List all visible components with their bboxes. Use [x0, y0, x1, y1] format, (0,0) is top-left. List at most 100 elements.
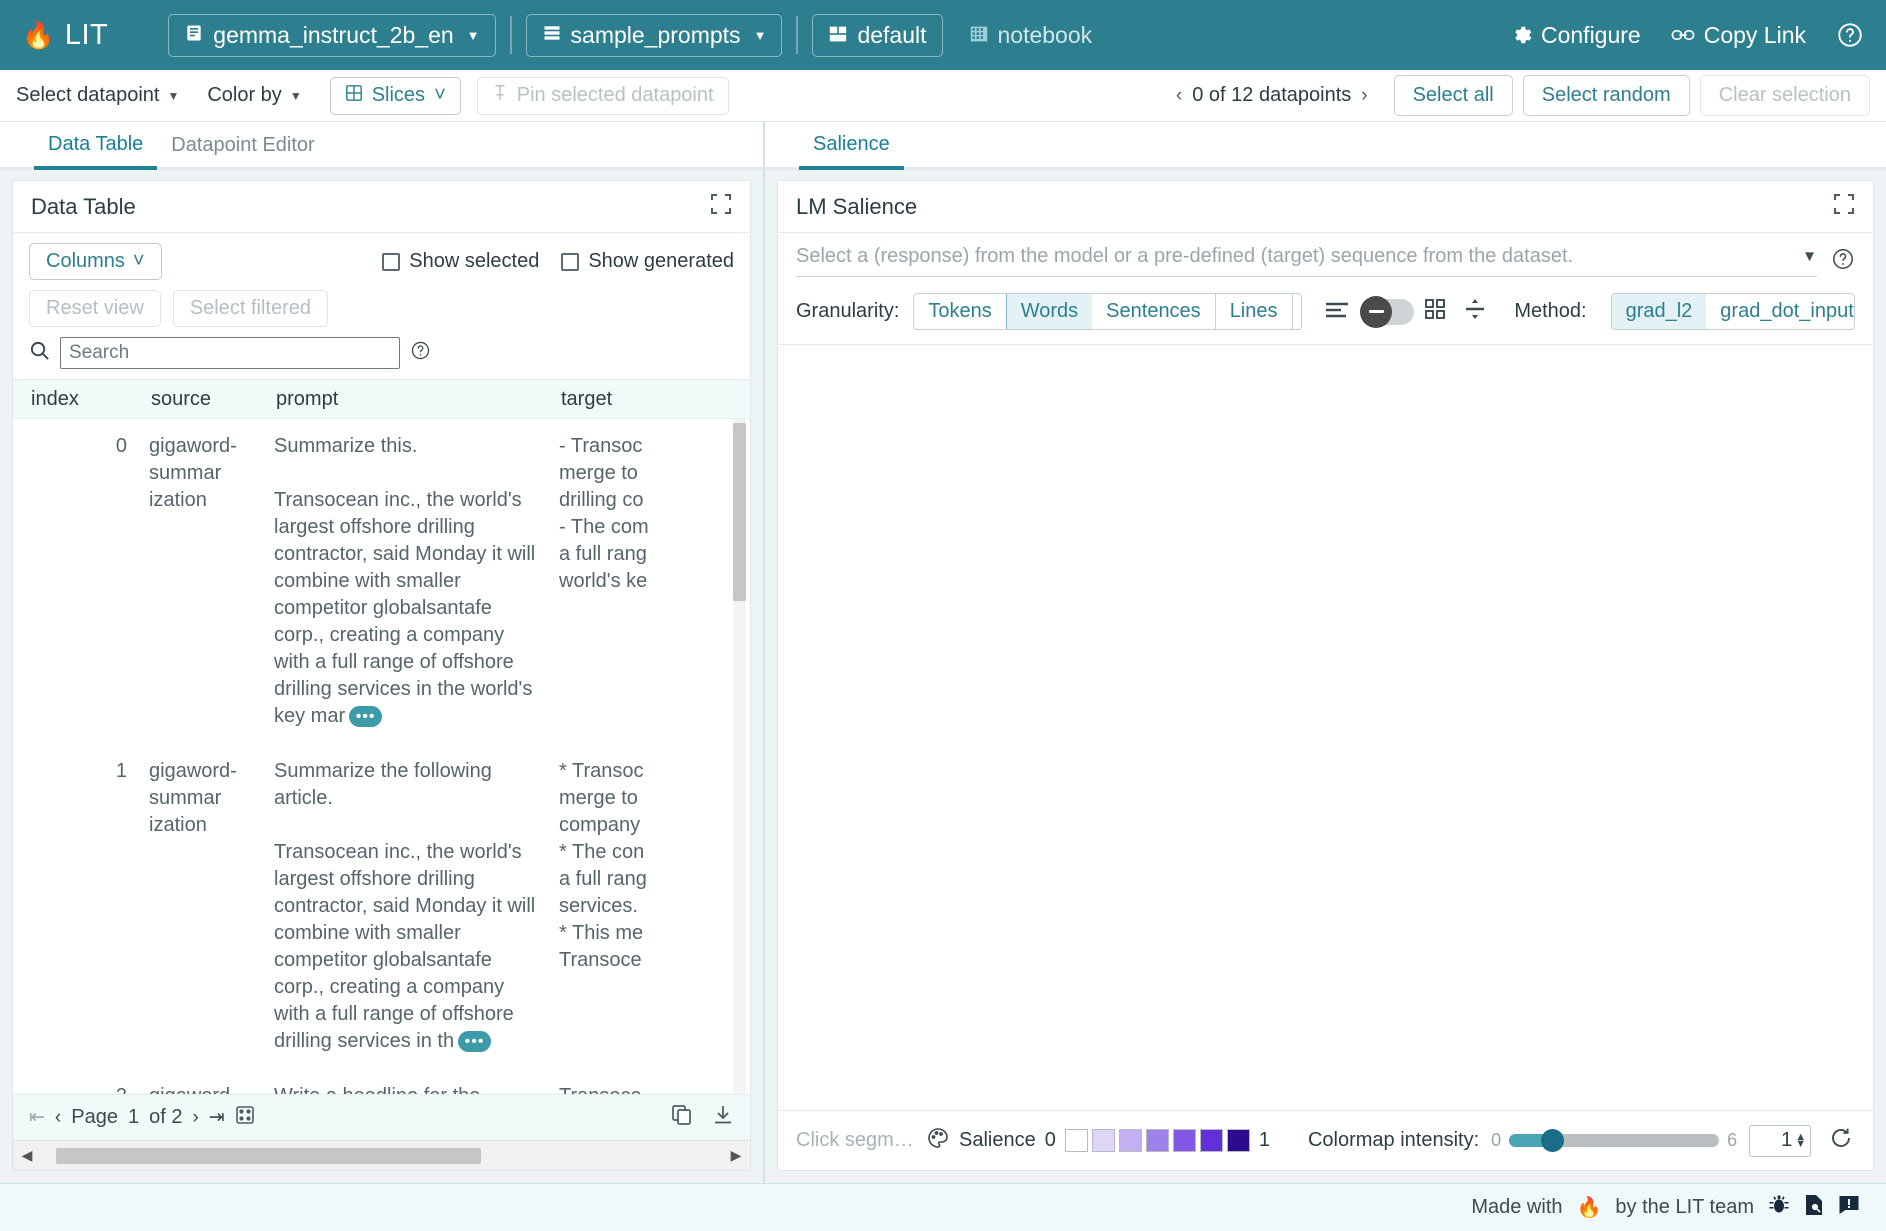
show-selected-checkbox[interactable]: Show selected [382, 250, 539, 273]
first-page-button[interactable]: ⇤ [29, 1106, 45, 1129]
right-pane: Salience LM Salience Select a (response)… [765, 122, 1886, 1183]
clear-selection-button[interactable]: Clear selection [1700, 75, 1870, 116]
horizontal-scrollbar[interactable]: ◀ ▶ [13, 1140, 750, 1170]
next-datapoint-button[interactable]: › [1361, 85, 1367, 107]
feedback-icon[interactable] [1838, 1194, 1860, 1222]
app-title: LIT [65, 19, 108, 52]
reset-icon[interactable] [1829, 1126, 1853, 1156]
expand-text-pill[interactable]: ••• [349, 706, 382, 727]
table-header-row: index source prompt target [13, 379, 750, 419]
layout-notebook-chip[interactable]: notebook [953, 14, 1109, 57]
expand-icon[interactable] [710, 193, 732, 221]
method-option-grad-l2[interactable]: grad_l2 [1611, 293, 1708, 330]
select-filtered-button[interactable]: Select filtered [173, 290, 328, 327]
search-help-icon[interactable] [410, 340, 431, 366]
display-mode-toggle[interactable] [1360, 299, 1414, 325]
data-table-search-row [13, 329, 750, 379]
sequence-select[interactable]: Select a (response) from the model or a … [796, 245, 1817, 277]
search-icon [29, 340, 50, 366]
search-input[interactable] [60, 337, 400, 369]
expand-icon[interactable] [1833, 193, 1855, 221]
normalize-icon[interactable] [1464, 297, 1486, 327]
pin-icon [492, 84, 508, 108]
granularity-option-lines[interactable]: Lines [1216, 294, 1293, 329]
granularity-option-sentences[interactable]: Sentences [1092, 294, 1216, 329]
random-datapoint-icon[interactable] [235, 1105, 255, 1131]
tab-data-table[interactable]: Data Table [34, 133, 157, 170]
cell-source: gigaword- summar ization [149, 433, 274, 730]
horizontal-scroll-thumb[interactable] [56, 1148, 481, 1164]
next-page-button[interactable]: › [192, 1107, 198, 1129]
copy-icon[interactable] [670, 1103, 694, 1133]
grid-view-icon[interactable] [1424, 298, 1446, 326]
paragraph-mark-icon[interactable]: ¶ [1293, 294, 1303, 329]
cell-target: Transoce merge: N drilling [559, 1083, 671, 1094]
prev-datapoint-button[interactable]: ‹ [1176, 85, 1182, 107]
tab-datapoint-editor[interactable]: Datapoint Editor [157, 134, 328, 167]
table-row[interactable]: 2 gigaword- summar ization Write a headl… [13, 1069, 750, 1094]
layout-default-chip[interactable]: default [812, 14, 942, 57]
prev-page-button[interactable]: ‹ [55, 1107, 61, 1129]
swatch [1173, 1129, 1196, 1152]
column-header-prompt[interactable]: prompt [276, 388, 561, 411]
lm-salience-title: LM Salience [796, 194, 917, 220]
table-row[interactable]: 0 gigaword- summar ization Summarize thi… [13, 419, 750, 744]
method-option-grad-dot-input[interactable]: grad_dot_input [1706, 294, 1855, 329]
columns-button[interactable]: Columns ˅ [29, 243, 162, 280]
cell-index: 0 [31, 433, 149, 730]
document-search-icon[interactable] [1804, 1194, 1824, 1222]
color-by-dropdown[interactable]: Color by ▼ [207, 84, 301, 107]
select-all-button[interactable]: Select all [1394, 75, 1513, 116]
scroll-left-icon[interactable]: ◀ [16, 1147, 38, 1164]
cell-index: 2 [31, 1083, 149, 1094]
dataset-name: sample_prompts [571, 22, 741, 49]
download-icon[interactable] [712, 1104, 734, 1132]
help-button[interactable] [1836, 21, 1864, 49]
colormap-intensity-slider-group: 0 6 [1491, 1130, 1737, 1151]
checkbox-icon [561, 253, 579, 271]
copy-link-button[interactable]: Copy Link [1671, 22, 1806, 49]
slices-button[interactable]: Slices ˅ [330, 77, 461, 115]
granularity-row: Granularity: Tokens Words Sentences Line… [778, 287, 1873, 345]
salience-scale-max: 1 [1259, 1129, 1270, 1152]
bug-icon[interactable] [1768, 1194, 1790, 1222]
slider-knob[interactable] [1541, 1129, 1564, 1152]
vertical-scrollbar-thumb[interactable] [733, 423, 746, 601]
lines-list-icon[interactable] [1324, 300, 1350, 324]
app-bar: 🔥 LIT gemma_instruct_2b_en ▼ sample_prom… [0, 0, 1886, 70]
select-datapoint-dropdown[interactable]: Select datapoint ▼ [16, 84, 179, 107]
column-header-source[interactable]: source [151, 388, 276, 411]
chevron-down-icon: ˅ [133, 250, 145, 273]
dataset-selector-chip[interactable]: sample_prompts ▼ [526, 14, 783, 57]
last-page-button[interactable]: ⇥ [209, 1106, 225, 1129]
main-content: Data Table Datapoint Editor Data Table C… [0, 122, 1886, 1183]
chevron-down-icon: ▼ [754, 28, 767, 43]
stepper-icon[interactable]: ▲▼ [1795, 1134, 1806, 1148]
pin-selected-datapoint-button[interactable]: Pin selected datapoint [477, 77, 729, 115]
sequence-help-icon[interactable] [1831, 247, 1855, 276]
granularity-option-words[interactable]: Words [1006, 293, 1093, 330]
data-table-controls: Columns ˅ Show selected Show generated [13, 233, 750, 284]
expand-text-pill[interactable]: ••• [458, 1031, 491, 1052]
table-row[interactable]: 1 gigaword- summar ization Summarize the… [13, 744, 750, 1069]
layout-label: default [857, 22, 926, 49]
model-selector-chip[interactable]: gemma_instruct_2b_en ▼ [168, 14, 495, 57]
column-header-target[interactable]: target [561, 388, 681, 411]
salience-canvas[interactable] [778, 345, 1873, 1110]
colormap-intensity-input[interactable]: 1 ▲▼ [1749, 1125, 1811, 1157]
scroll-right-icon[interactable]: ▶ [725, 1147, 747, 1164]
gear-icon [1510, 24, 1532, 46]
configure-button[interactable]: Configure [1510, 22, 1641, 49]
column-header-index[interactable]: index [31, 388, 151, 411]
tab-salience[interactable]: Salience [799, 133, 904, 170]
show-generated-checkbox[interactable]: Show generated [561, 250, 734, 273]
click-segment-hint: Click segm… [796, 1129, 914, 1152]
reset-view-button[interactable]: Reset view [29, 290, 161, 327]
lm-salience-header: LM Salience [778, 181, 1873, 233]
divider [510, 16, 512, 54]
colormap-intensity-slider[interactable] [1509, 1134, 1719, 1147]
select-random-button[interactable]: Select random [1523, 75, 1690, 116]
horizontal-scroll-track[interactable] [38, 1148, 725, 1164]
model-name: gemma_instruct_2b_en [213, 22, 453, 49]
granularity-option-tokens[interactable]: Tokens [914, 294, 1006, 329]
